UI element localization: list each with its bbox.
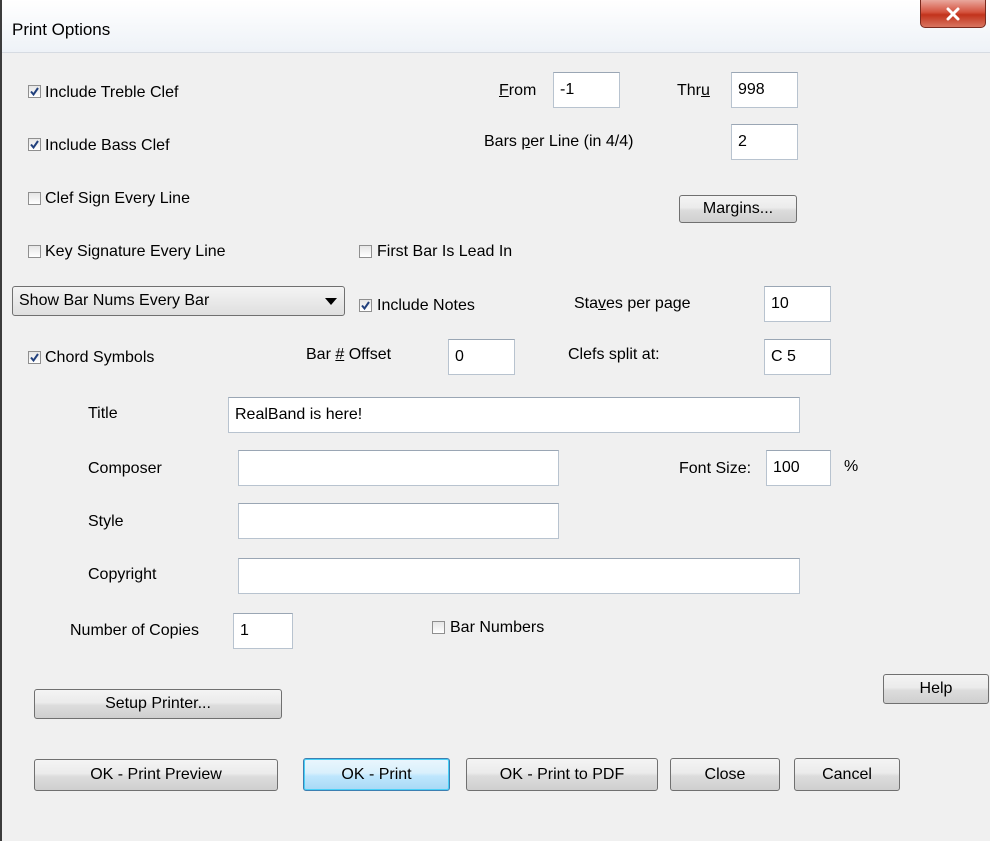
include-notes-label: Include Notes bbox=[377, 297, 475, 314]
ok-print-button[interactable]: OK - Print bbox=[303, 758, 450, 791]
clefs-split-input[interactable] bbox=[764, 339, 831, 375]
treble-clef-label: Include Treble Clef bbox=[45, 84, 179, 101]
style-input[interactable] bbox=[238, 503, 559, 539]
staves-label: Staves per page bbox=[574, 295, 691, 312]
composer-label: Composer bbox=[88, 460, 162, 477]
close-button[interactable]: Close bbox=[670, 758, 780, 791]
check-icon bbox=[361, 301, 370, 311]
style-label: Style bbox=[88, 513, 124, 530]
copyright-label: Copyright bbox=[88, 566, 157, 583]
font-size-input[interactable] bbox=[766, 450, 831, 486]
chord-symbols-label: Chord Symbols bbox=[45, 349, 155, 366]
copies-label: Number of Copies bbox=[70, 622, 199, 639]
thru-input[interactable] bbox=[731, 72, 798, 108]
composer-input[interactable] bbox=[238, 450, 559, 486]
clefs-split-label: Clefs split at: bbox=[568, 346, 660, 363]
bars-per-line-input[interactable] bbox=[731, 124, 798, 160]
from-input[interactable] bbox=[553, 72, 620, 108]
staves-input[interactable] bbox=[764, 286, 831, 322]
copyright-input[interactable] bbox=[238, 558, 800, 594]
help-button[interactable]: Help bbox=[883, 674, 989, 704]
bar-numbers-checkbox[interactable] bbox=[432, 621, 445, 634]
bar-nums-selected: Show Bar Nums Every Bar bbox=[19, 292, 210, 309]
check-icon bbox=[30, 87, 39, 97]
title-label: Title bbox=[88, 405, 118, 422]
bass-clef-label: Include Bass Clef bbox=[45, 137, 170, 154]
key-signature-label: Key Signature Every Line bbox=[45, 243, 226, 260]
include-notes-checkbox[interactable] bbox=[359, 299, 372, 312]
first-bar-lead-checkbox[interactable] bbox=[359, 245, 372, 258]
from-label: From bbox=[499, 82, 537, 99]
font-size-label: Font Size: bbox=[679, 460, 752, 477]
bar-nums-dropdown[interactable]: Show Bar Nums Every Bar bbox=[12, 286, 345, 316]
window-close-button[interactable] bbox=[920, 0, 986, 28]
clef-every-line-label: Clef Sign Every Line bbox=[45, 190, 190, 207]
title-bar: Print Options bbox=[2, 0, 990, 53]
copies-input[interactable] bbox=[233, 613, 293, 649]
bar-offset-label: Bar # Offset bbox=[306, 346, 392, 363]
check-icon bbox=[30, 353, 39, 363]
first-bar-lead-label: First Bar Is Lead In bbox=[377, 243, 513, 260]
dropdown-arrow-icon bbox=[325, 298, 337, 305]
print-options-dialog: Print Options Include Treble Clef From T… bbox=[0, 0, 990, 841]
title-input[interactable] bbox=[228, 397, 800, 433]
ok-print-to-pdf-button[interactable]: OK - Print to PDF bbox=[466, 758, 658, 791]
thru-label: Thru bbox=[677, 82, 710, 99]
close-icon bbox=[946, 7, 960, 20]
bar-numbers-label: Bar Numbers bbox=[450, 619, 545, 636]
setup-printer-button[interactable]: Setup Printer... bbox=[34, 689, 282, 719]
clef-every-line-checkbox[interactable] bbox=[28, 192, 41, 205]
key-signature-checkbox[interactable] bbox=[28, 245, 41, 258]
font-size-unit: % bbox=[844, 458, 859, 475]
cancel-button[interactable]: Cancel bbox=[794, 758, 900, 791]
margins-button[interactable]: Margins... bbox=[679, 195, 797, 223]
bass-clef-checkbox[interactable] bbox=[28, 138, 41, 151]
treble-clef-checkbox[interactable] bbox=[28, 85, 41, 98]
ok-print-preview-button[interactable]: OK - Print Preview bbox=[34, 759, 278, 791]
check-icon bbox=[30, 140, 39, 150]
window-title: Print Options bbox=[12, 20, 111, 39]
bars-per-line-label: Bars per Line (in 4/4) bbox=[484, 133, 634, 150]
bar-offset-input[interactable] bbox=[448, 339, 515, 375]
chord-symbols-checkbox[interactable] bbox=[28, 351, 41, 364]
